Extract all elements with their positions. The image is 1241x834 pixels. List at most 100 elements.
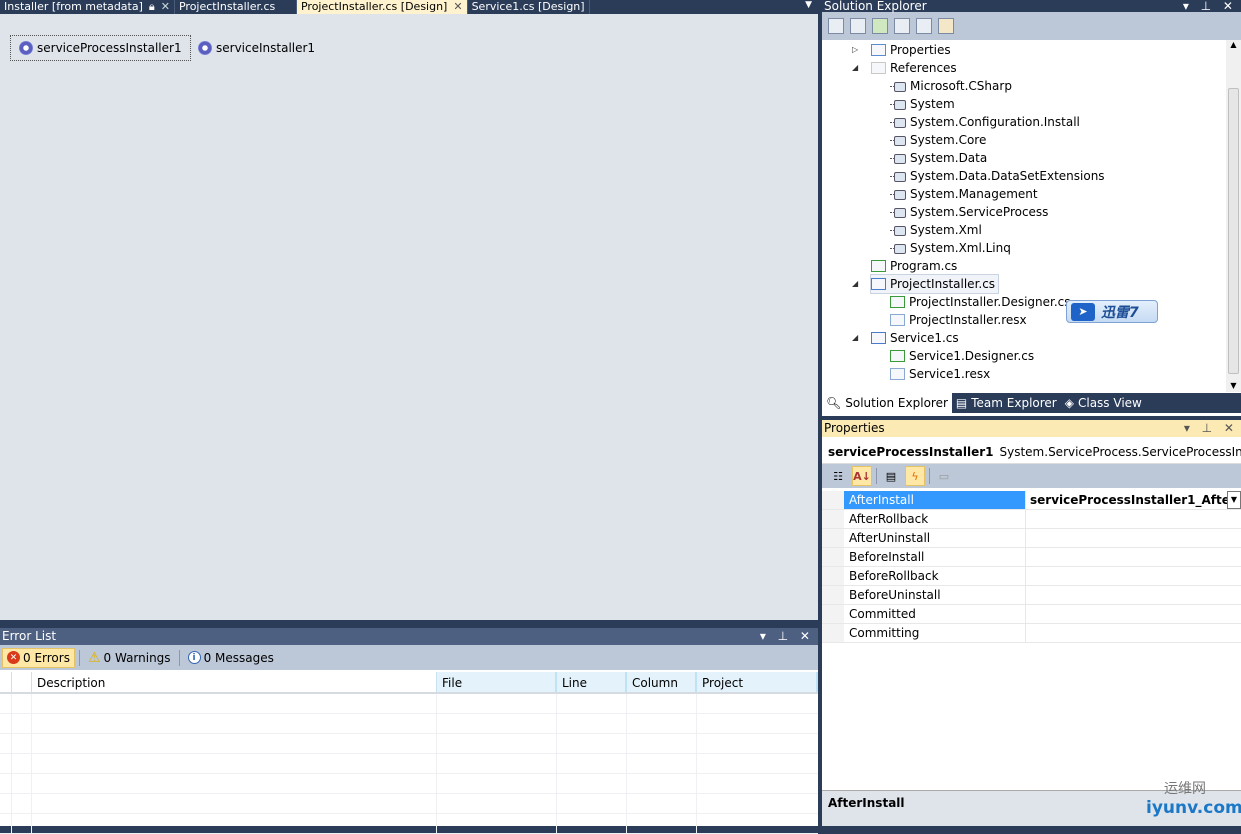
col-description[interactable]: Description [32,672,437,692]
tree-item-label: System.Core [910,131,986,149]
alphabetical-icon[interactable]: A↓ [852,466,872,486]
warnings-filter-button[interactable]: ⚠0 Warnings [84,648,175,668]
collapse-arrow-icon[interactable]: ◢ [852,279,858,288]
tree-item[interactable]: Properties [871,41,951,59]
tab-installer-metadata[interactable]: Installer [from metadata]🔒︎✕ [0,0,175,14]
property-row[interactable]: AfterRollback [822,510,1241,529]
component-file-icon [871,278,886,290]
close-icon[interactable]: ✕ [161,0,170,14]
property-value[interactable] [1026,510,1241,528]
col-column[interactable]: Column [627,672,697,692]
property-row[interactable]: BeforeRollback [822,567,1241,586]
solution-tree: ▷Properties◢ReferencesMicrosoft.CSharpSy… [822,40,1226,392]
table-row [0,754,818,774]
property-value[interactable] [1026,529,1241,547]
tree-item[interactable]: System [890,95,955,113]
tree-item[interactable]: Service1.resx [890,365,990,383]
tab-service1-design[interactable]: Service1.cs [Design] [468,0,590,14]
scroll-down-icon[interactable]: ▼ [1226,381,1241,390]
tab-dropdown-icon[interactable]: ▼ [805,0,818,14]
property-value[interactable] [1026,548,1241,566]
categorized-icon[interactable]: ☷ [828,466,848,486]
view-code-icon[interactable] [894,18,910,34]
properties-button-icon[interactable] [828,18,844,34]
property-pages-icon[interactable]: ▭ [934,466,954,486]
col-line[interactable]: Line [557,672,627,692]
property-value[interactable] [1026,586,1241,604]
view-designer-icon[interactable] [916,18,932,34]
divider [929,468,930,484]
panel-title: Properties [824,420,885,437]
tree-item[interactable]: ProjectInstaller.cs [871,275,998,293]
collapse-arrow-icon[interactable]: ◢ [852,333,858,342]
tree-item[interactable]: Service1.cs [871,329,959,347]
tree-item[interactable]: System.Data.DataSetExtensions [890,167,1105,185]
scroll-thumb[interactable] [1228,88,1239,374]
property-row[interactable]: BeforeInstall [822,548,1241,567]
tree-item[interactable]: ProjectInstaller.resx [890,311,1027,329]
errors-filter-button[interactable]: ✕0 Errors [2,648,75,668]
tree-item[interactable]: System.Configuration.Install [890,113,1080,131]
property-value[interactable] [1026,624,1241,642]
tree-item[interactable]: System.Management [890,185,1038,203]
expand-arrow-icon[interactable]: ▷ [852,45,858,54]
events-lightning-icon[interactable]: ϟ [905,466,925,486]
warning-icon: ⚠ [88,650,101,666]
reference-icon [890,82,906,90]
property-row[interactable]: Committed [822,605,1241,624]
panel-title: Solution Explorer [824,0,927,12]
tree-item[interactable]: ProjectInstaller.Designer.cs [890,293,1071,311]
panel-controls[interactable]: ▾ ⊥ ✕ [1184,420,1241,437]
tree-item-label: Program.cs [890,257,957,275]
property-row[interactable]: Committing [822,624,1241,643]
panel-controls[interactable]: ▾ ⊥ ✕ [760,628,818,645]
property-row[interactable]: AfterInstallserviceProcessInstaller1_Aft… [822,491,1241,510]
property-row[interactable]: BeforeUninstall [822,586,1241,605]
view-class-diagram-icon[interactable] [938,18,954,34]
table-row [0,774,818,794]
collapse-arrow-icon[interactable]: ◢ [852,63,858,72]
scroll-up-icon[interactable]: ▲ [1226,40,1241,49]
tab-class-view[interactable]: ◈Class View [1061,393,1146,413]
tree-item-label: Service1.Designer.cs [909,347,1034,365]
component-serviceprocessinstaller1[interactable]: serviceProcessInstaller1 [10,35,191,61]
object-type: System.ServiceProcess.ServiceProcessInst… [1000,445,1241,459]
tree-item[interactable]: System.Xml.Linq [890,239,1011,257]
xunlei-bird-icon: ➤ [1071,303,1095,321]
tree-item[interactable]: Microsoft.CSharp [890,77,1012,95]
tree-item[interactable]: System.ServiceProcess [890,203,1048,221]
tree-item[interactable]: System.Data [890,149,987,167]
watermark-url: iyunv.com [1136,798,1236,818]
panel-controls[interactable]: ▾ ⊥ ✕ [1183,0,1241,12]
tab-solution-explorer[interactable]: 🔍︎Solution Explorer [822,393,952,413]
property-value[interactable] [1026,567,1241,585]
tree-item[interactable]: Service1.Designer.cs [890,347,1034,365]
property-value[interactable] [1026,605,1241,623]
resx-file-icon [890,314,905,326]
tree-item-label: System.Management [910,185,1038,203]
col-file[interactable]: File [437,672,557,692]
messages-filter-button[interactable]: i0 Messages [184,648,278,668]
tab-team-explorer[interactable]: ▤Team Explorer [952,393,1061,413]
tree-item[interactable]: System.Core [890,131,986,149]
class-view-icon: ◈ [1065,396,1074,410]
object-selector[interactable]: serviceProcessInstaller1System.ServicePr… [822,440,1241,464]
vertical-scrollbar[interactable]: ▲▼ [1226,40,1241,392]
refresh-icon[interactable] [872,18,888,34]
tab-projectinstaller-design[interactable]: ProjectInstaller.cs [Design]✕ [297,0,468,14]
component-serviceinstaller1[interactable]: serviceInstaller1 [190,35,323,61]
watermark-logo: 运维网iyunv.com [1136,778,1236,824]
xunlei-floating-badge[interactable]: ➤迅雷7 [1066,300,1158,323]
close-icon[interactable]: ✕ [453,0,462,14]
show-all-files-icon[interactable] [850,18,866,34]
chevron-down-icon[interactable]: ▼ [1227,491,1241,509]
property-row[interactable]: AfterUninstall [822,529,1241,548]
tree-item[interactable]: References [871,59,957,77]
property-value[interactable]: serviceProcessInstaller1_AfterInstall [1026,491,1227,509]
col-project[interactable]: Project [697,672,818,692]
tab-projectinstaller-cs[interactable]: ProjectInstaller.cs [175,0,297,14]
properties-view-icon[interactable]: ▤ [881,466,901,486]
tree-item[interactable]: Program.cs [871,257,957,275]
tree-item[interactable]: System.Xml [890,221,982,239]
divider [876,468,877,484]
